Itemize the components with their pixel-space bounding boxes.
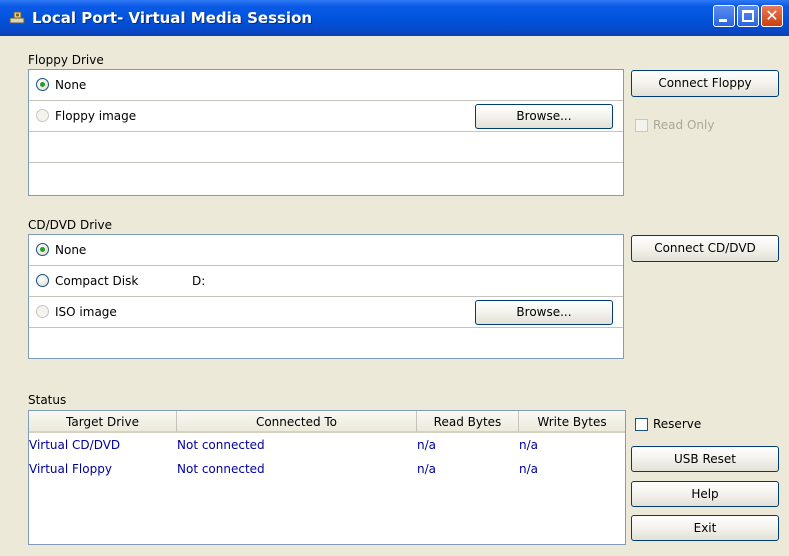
floppy-option-image[interactable]: Floppy image Browse... xyxy=(29,101,623,132)
floppy-drive-group: None Floppy image Browse... xyxy=(28,69,624,196)
read-only-label: Read Only xyxy=(653,118,715,132)
exit-button[interactable]: Exit xyxy=(631,515,779,541)
usb-reset-button[interactable]: USB Reset xyxy=(631,446,779,472)
connect-floppy-button[interactable]: Connect Floppy xyxy=(631,70,779,97)
row-write-bytes: n/a xyxy=(519,438,539,452)
cddvd-option-none[interactable]: None xyxy=(29,235,623,266)
minimize-button[interactable] xyxy=(713,5,735,27)
cddvd-none-label: None xyxy=(55,243,87,257)
floppy-image-radio[interactable] xyxy=(36,109,49,122)
row-target-drive: Virtual Floppy xyxy=(29,462,112,476)
cddvd-drive-group: None Compact Disk D: ISO image Browse... xyxy=(28,234,624,359)
iso-image-label: ISO image xyxy=(55,305,117,319)
floppy-none-label: None xyxy=(55,78,87,92)
floppy-option-none[interactable]: None xyxy=(29,70,623,101)
floppy-none-radio[interactable] xyxy=(36,78,49,91)
reserve-label: Reserve xyxy=(653,417,702,431)
floppy-empty-row-2 xyxy=(29,163,623,194)
column-header-read-bytes[interactable]: Read Bytes xyxy=(417,411,519,433)
maximize-button[interactable] xyxy=(737,5,759,27)
virtual-media-icon xyxy=(9,11,25,24)
floppy-empty-row-1 xyxy=(29,132,623,163)
cddvd-drive-label: CD/DVD Drive xyxy=(28,218,112,232)
compact-disk-radio[interactable] xyxy=(36,274,49,287)
window-title: Local Port- Virtual Media Session xyxy=(32,9,313,27)
floppy-drive-label: Floppy Drive xyxy=(28,53,104,67)
help-button[interactable]: Help xyxy=(631,481,779,507)
cddvd-empty-row xyxy=(29,328,623,359)
column-header-connected-to[interactable]: Connected To xyxy=(177,411,417,433)
cddvd-option-compact-disk[interactable]: Compact Disk D: xyxy=(29,266,623,297)
iso-image-radio[interactable] xyxy=(36,305,49,318)
column-header-target-drive[interactable]: Target Drive xyxy=(29,411,177,433)
compact-disk-drive-letter: D: xyxy=(192,274,206,288)
reserve-checkbox[interactable] xyxy=(635,418,648,431)
close-icon: ✕ xyxy=(765,6,779,25)
connect-cddvd-button[interactable]: Connect CD/DVD xyxy=(631,235,779,262)
cddvd-option-iso[interactable]: ISO image Browse... xyxy=(29,297,623,328)
read-only-checkbox[interactable] xyxy=(635,119,648,132)
iso-browse-button[interactable]: Browse... xyxy=(475,300,613,325)
row-connected-to: Not connected xyxy=(177,462,265,476)
minimize-icon xyxy=(719,19,727,22)
floppy-browse-button[interactable]: Browse... xyxy=(475,104,613,129)
compact-disk-label: Compact Disk xyxy=(55,274,139,288)
title-bar[interactable]: Local Port- Virtual Media Session ✕ xyxy=(0,0,789,36)
row-write-bytes: n/a xyxy=(519,462,539,476)
row-connected-to: Not connected xyxy=(177,438,265,452)
row-read-bytes: n/a xyxy=(417,438,437,452)
virtual-media-window: Local Port- Virtual Media Session ✕ Flop… xyxy=(0,0,789,556)
row-target-drive: Virtual CD/DVD xyxy=(29,438,121,452)
floppy-image-label: Floppy image xyxy=(55,109,137,123)
row-read-bytes: n/a xyxy=(417,462,437,476)
status-label: Status xyxy=(28,393,67,407)
close-button[interactable]: ✕ xyxy=(761,5,783,27)
maximize-icon xyxy=(742,10,754,22)
status-table: Target Drive Connected To Read Bytes Wri… xyxy=(28,410,626,545)
column-header-write-bytes[interactable]: Write Bytes xyxy=(519,411,625,433)
cddvd-none-radio[interactable] xyxy=(36,243,49,256)
